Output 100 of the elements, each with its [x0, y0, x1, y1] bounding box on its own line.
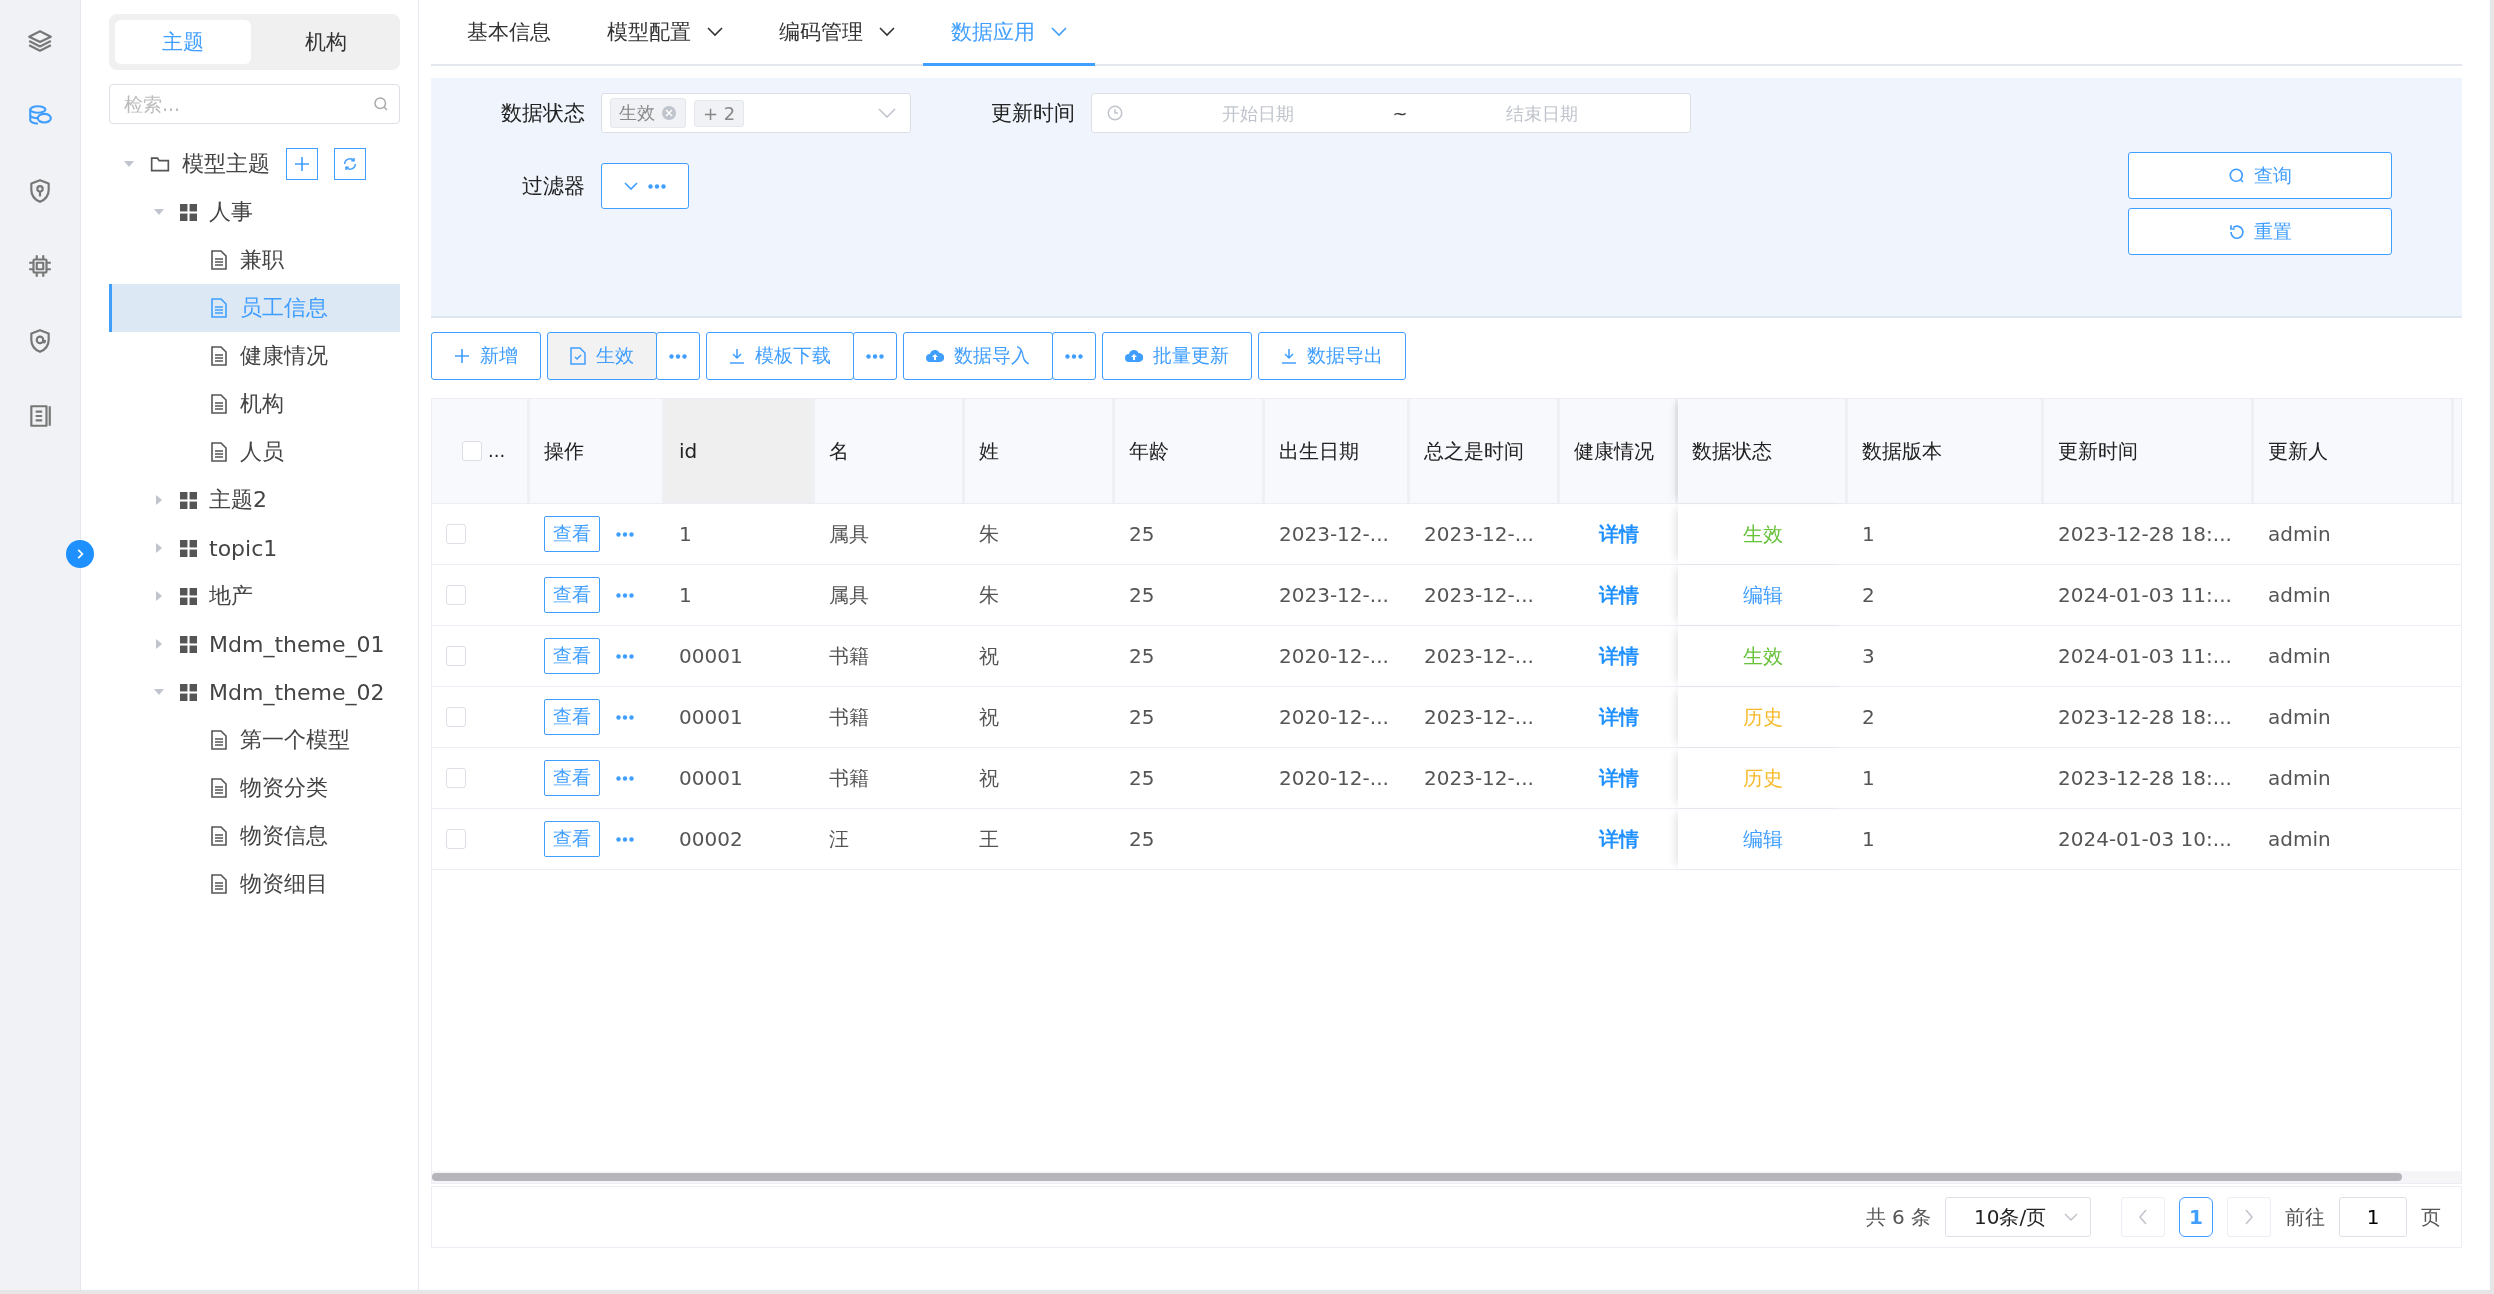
- end-date-field[interactable]: 结束日期: [1407, 101, 1676, 125]
- search-field[interactable]: 检索...: [109, 84, 400, 124]
- column-header[interactable]: 总之是时间: [1410, 399, 1560, 503]
- table-cell: 2: [1862, 583, 1875, 607]
- tree-item-label: 主题2: [209, 486, 267, 514]
- tree-item-label: 健康情况: [240, 342, 328, 370]
- column-header[interactable]: 数据状态: [1678, 399, 1848, 503]
- more-icon[interactable]: [616, 836, 634, 842]
- checkbox[interactable]: [446, 768, 466, 788]
- tree-item[interactable]: topic1: [109, 524, 400, 572]
- chevron-down-icon: [624, 181, 638, 191]
- checkbox[interactable]: [446, 585, 466, 605]
- tree-item[interactable]: Mdm_theme_02: [109, 668, 400, 716]
- checkbox[interactable]: [446, 646, 466, 666]
- more-button[interactable]: [853, 332, 897, 380]
- cloud-upload-icon: [926, 349, 944, 363]
- tree-item[interactable]: 主题2: [109, 476, 400, 524]
- more-icon[interactable]: [616, 653, 634, 659]
- column-header[interactable]: 更新人: [2254, 399, 2454, 503]
- refresh-button[interactable]: [334, 148, 366, 180]
- column-header[interactable]: 年龄: [1115, 399, 1265, 503]
- tree-item[interactable]: Mdm_theme_01: [109, 620, 400, 668]
- checkbox[interactable]: [446, 829, 466, 849]
- table-cell: 25: [1129, 583, 1155, 607]
- table-cell: 2023-12-...: [1279, 522, 1389, 546]
- table-cell: 2024-01-03 10:...: [2058, 827, 2232, 851]
- chip-icon[interactable]: [27, 253, 53, 279]
- more-icon[interactable]: [616, 592, 634, 598]
- table-cell: 书籍: [829, 764, 869, 792]
- tree-item[interactable]: 第一个模型: [109, 716, 400, 764]
- column-header[interactable]: 更新时间: [2044, 399, 2254, 503]
- goto-label: 前往: [2285, 1203, 2325, 1231]
- start-date-field[interactable]: 开始日期: [1124, 101, 1393, 125]
- page-input[interactable]: 1: [2339, 1197, 2407, 1237]
- column-header[interactable]: 姓: [965, 399, 1115, 503]
- tree-item[interactable]: 地产: [109, 572, 400, 620]
- column-header[interactable]: id: [665, 399, 815, 503]
- checkbox[interactable]: [446, 707, 466, 727]
- table-cell: 2023-12-...: [1279, 583, 1389, 607]
- cloud-upload-icon: [1125, 349, 1143, 363]
- table-cell: 朱: [979, 581, 999, 609]
- table-cell: 2020-12-...: [1279, 705, 1389, 729]
- tree-item-label: 物资分类: [240, 774, 328, 802]
- plus-icon: [293, 155, 311, 173]
- expand-button[interactable]: [66, 540, 94, 568]
- chevron-down-icon: [878, 108, 896, 118]
- table-cell: 朱: [979, 520, 999, 548]
- checkbox[interactable]: [462, 441, 482, 461]
- tab[interactable]: 编码管理: [751, 0, 923, 66]
- table-cell: 1: [1862, 766, 1875, 790]
- column-header[interactable]: 出生日期: [1265, 399, 1410, 503]
- grid-icon: [180, 587, 197, 605]
- column-header[interactable]: 健康情况: [1560, 399, 1678, 503]
- table-cell: 2023-12-28 18:...: [2058, 522, 2232, 546]
- tree-item[interactable]: 健康情况: [109, 332, 400, 380]
- page-size-select[interactable]: 10条/页: [1945, 1197, 2091, 1237]
- tree-item-label: Mdm_theme_02: [209, 679, 385, 705]
- tree-item[interactable]: 模型主题: [109, 140, 400, 188]
- more-icon[interactable]: [616, 714, 634, 720]
- tab[interactable]: 基本信息: [439, 0, 579, 66]
- document-icon: [210, 250, 228, 270]
- tree-item[interactable]: 机构: [109, 380, 400, 428]
- filter-button[interactable]: [601, 163, 689, 209]
- shield-icon[interactable]: [27, 328, 53, 354]
- table-cell: 汪: [829, 825, 849, 853]
- column-header[interactable]: 名: [815, 399, 965, 503]
- field-label: 更新时间: [990, 100, 1076, 127]
- close-icon[interactable]: [661, 105, 677, 121]
- checkbox[interactable]: [446, 524, 466, 544]
- add-button[interactable]: [286, 148, 318, 180]
- chevron-right-icon: [2244, 1209, 2254, 1225]
- document-icon: [210, 874, 228, 894]
- date-range-field[interactable]: 开始日期 ~ 结束日期: [1091, 93, 1691, 133]
- tree-item[interactable]: 兼职: [109, 236, 400, 284]
- column-header[interactable]: 数据版本: [1848, 399, 2044, 503]
- tree-item[interactable]: 人事: [109, 188, 400, 236]
- table-cell: 00001: [679, 644, 743, 668]
- more-icon[interactable]: [616, 531, 634, 537]
- table-cell: 2: [1862, 705, 1875, 729]
- tree-item[interactable]: 人员: [109, 428, 400, 476]
- more-button[interactable]: [1052, 332, 1096, 380]
- list-icon[interactable]: [27, 403, 53, 429]
- table-cell: 2020-12-...: [1279, 644, 1389, 668]
- table-cell: admin: [2268, 522, 2331, 546]
- tree-item[interactable]: 物资信息: [109, 812, 400, 860]
- more-button[interactable]: [656, 332, 700, 380]
- table-cell: admin: [2268, 705, 2331, 729]
- document-icon: [210, 442, 228, 462]
- status-text: 编辑: [1743, 825, 1783, 853]
- page-suffix: 页: [2421, 1203, 2441, 1231]
- shield-icon[interactable]: [27, 178, 53, 204]
- tab[interactable]: 机构: [258, 20, 394, 64]
- tree-item[interactable]: 物资细目: [109, 860, 400, 908]
- tab[interactable]: 模型配置: [579, 0, 751, 66]
- tree-item-label: 地产: [209, 582, 253, 610]
- layers-icon[interactable]: [27, 28, 53, 54]
- grid-icon: [180, 539, 197, 557]
- tree-item[interactable]: 物资分类: [109, 764, 400, 812]
- scrollbar-thumb[interactable]: [432, 1173, 2402, 1181]
- more-icon[interactable]: [616, 775, 634, 781]
